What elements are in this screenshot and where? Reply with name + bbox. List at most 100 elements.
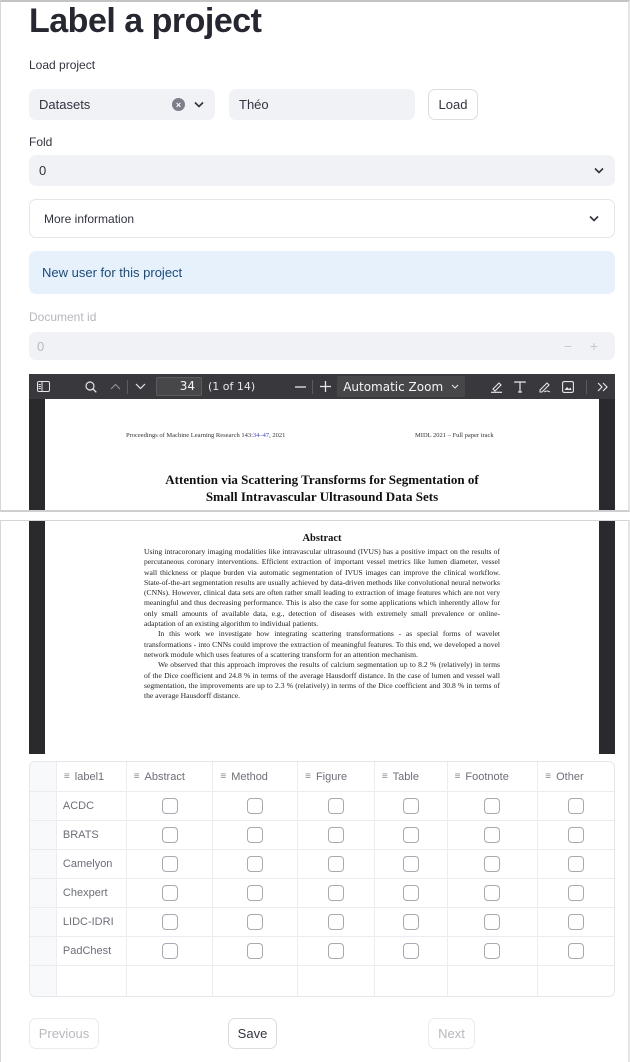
label-checkbox[interactable] [247,914,264,930]
page-number-input[interactable]: 34 [156,377,202,396]
pdf-page-range-link[interactable]: 34–47 [253,432,269,439]
row-label-cell[interactable]: BRATS [57,821,127,849]
row-label-cell[interactable]: ACDC [57,792,127,820]
column-header[interactable]: ≡ Figure [298,762,375,791]
label-checkbox[interactable] [247,943,264,959]
label-checkbox[interactable] [484,943,501,959]
empty-cell[interactable] [127,966,214,996]
column-header[interactable]: ≡ Abstract [127,762,214,791]
chevron-down-icon[interactable] [193,99,205,111]
fold-select[interactable]: 0 [29,155,615,186]
text-column-icon: ≡ [381,771,388,782]
label-checkbox[interactable] [484,798,501,814]
checkbox-cell [448,937,539,965]
label-checkbox[interactable] [161,885,178,901]
next-button[interactable]: Next [428,1018,475,1049]
empty-cell[interactable] [298,966,375,996]
label-checkbox[interactable] [327,943,344,959]
image-icon[interactable] [556,374,580,399]
column-header[interactable]: ≡ label1 [57,762,127,791]
checkbox-cell [127,937,214,965]
pdf-viewer-bottom: Abstract Using intracoronary imaging mod… [29,521,615,754]
row-index-cell[interactable] [30,937,57,965]
row-index-cell[interactable] [30,821,57,849]
table-row: LIDC-IDRI [30,908,614,937]
sidebar-toggle-icon[interactable] [31,374,55,399]
user-name-input[interactable]: Théo [229,89,415,120]
label-checkbox[interactable] [484,885,501,901]
draw-icon[interactable] [532,374,556,399]
label-checkbox[interactable] [402,885,419,901]
tools-icon[interactable] [591,374,615,399]
empty-cell[interactable] [57,966,127,996]
label-checkbox[interactable] [327,856,344,872]
text-column-icon: ≡ [454,771,461,782]
row-label-cell[interactable]: Chexpert [57,879,127,907]
decrement-button[interactable]: − [555,338,581,354]
empty-cell[interactable] [375,966,448,996]
empty-cell[interactable] [213,966,299,996]
checkbox-cell [213,879,299,907]
label-checkbox[interactable] [484,914,501,930]
find-icon[interactable] [79,374,103,399]
increment-button[interactable]: + [581,338,607,354]
label-checkbox[interactable] [247,827,264,843]
save-button[interactable]: Save [228,1018,277,1049]
previous-button[interactable]: Previous [29,1018,99,1049]
dataset-select[interactable]: Datasets × [29,89,215,120]
empty-cell[interactable] [538,966,614,996]
text-icon[interactable] [508,374,532,399]
label-checkbox[interactable] [247,856,264,872]
zoom-out-icon[interactable] [288,374,312,399]
label-checkbox[interactable] [247,885,264,901]
label-checkbox[interactable] [402,827,419,843]
zoom-select[interactable]: Automatic Zoom [337,376,466,397]
label-checkbox[interactable] [484,827,501,843]
label-checkbox[interactable] [402,943,419,959]
zoom-in-icon[interactable] [313,374,337,399]
row-index-cell[interactable] [30,792,57,820]
label-checkbox[interactable] [327,914,344,930]
checkbox-cell [298,908,375,936]
row-index-cell[interactable] [30,879,57,907]
label-checkbox[interactable] [402,856,419,872]
empty-cell[interactable] [448,966,539,996]
label-checkbox[interactable] [568,943,585,959]
label-checkbox[interactable] [402,798,419,814]
label-checkbox[interactable] [484,856,501,872]
label-checkbox[interactable] [568,914,585,930]
row-label-cell[interactable]: PadChest [57,937,127,965]
label-checkbox[interactable] [327,885,344,901]
row-index-cell[interactable] [30,850,57,878]
column-header[interactable]: ≡ Method [213,762,299,791]
load-button[interactable]: Load [428,89,478,120]
previous-page-icon[interactable] [103,374,127,399]
clear-icon[interactable]: × [172,98,185,111]
column-header[interactable]: ≡ Other [538,762,614,791]
label-checkbox[interactable] [327,827,344,843]
more-information-expander[interactable]: More information [29,199,615,238]
grid-add-row[interactable] [30,966,614,996]
row-index-cell[interactable] [30,908,57,936]
row-label-cell[interactable]: LIDC-IDRI [57,908,127,936]
label-checkbox[interactable] [161,798,178,814]
checkbox-cell [448,821,539,849]
document-id-input[interactable]: 0 − + [29,332,615,360]
highlight-icon[interactable] [484,374,508,399]
label-checkbox[interactable] [161,943,178,959]
label-checkbox[interactable] [568,827,585,843]
column-header[interactable]: ≡ Footnote [448,762,539,791]
label-checkbox[interactable] [161,914,178,930]
label-checkbox[interactable] [568,798,585,814]
row-label-cell[interactable]: Camelyon [57,850,127,878]
grid-body: ACDC BRATS Camelyon Chexpert LIDC-IDRI PadChe… [30,792,614,966]
label-checkbox[interactable] [327,798,344,814]
label-checkbox[interactable] [568,856,585,872]
label-checkbox[interactable] [402,914,419,930]
column-header[interactable]: ≡ Table [375,762,448,791]
label-checkbox[interactable] [161,856,178,872]
label-checkbox[interactable] [247,798,264,814]
label-checkbox[interactable] [568,885,585,901]
next-page-icon[interactable] [128,374,152,399]
label-checkbox[interactable] [161,827,178,843]
